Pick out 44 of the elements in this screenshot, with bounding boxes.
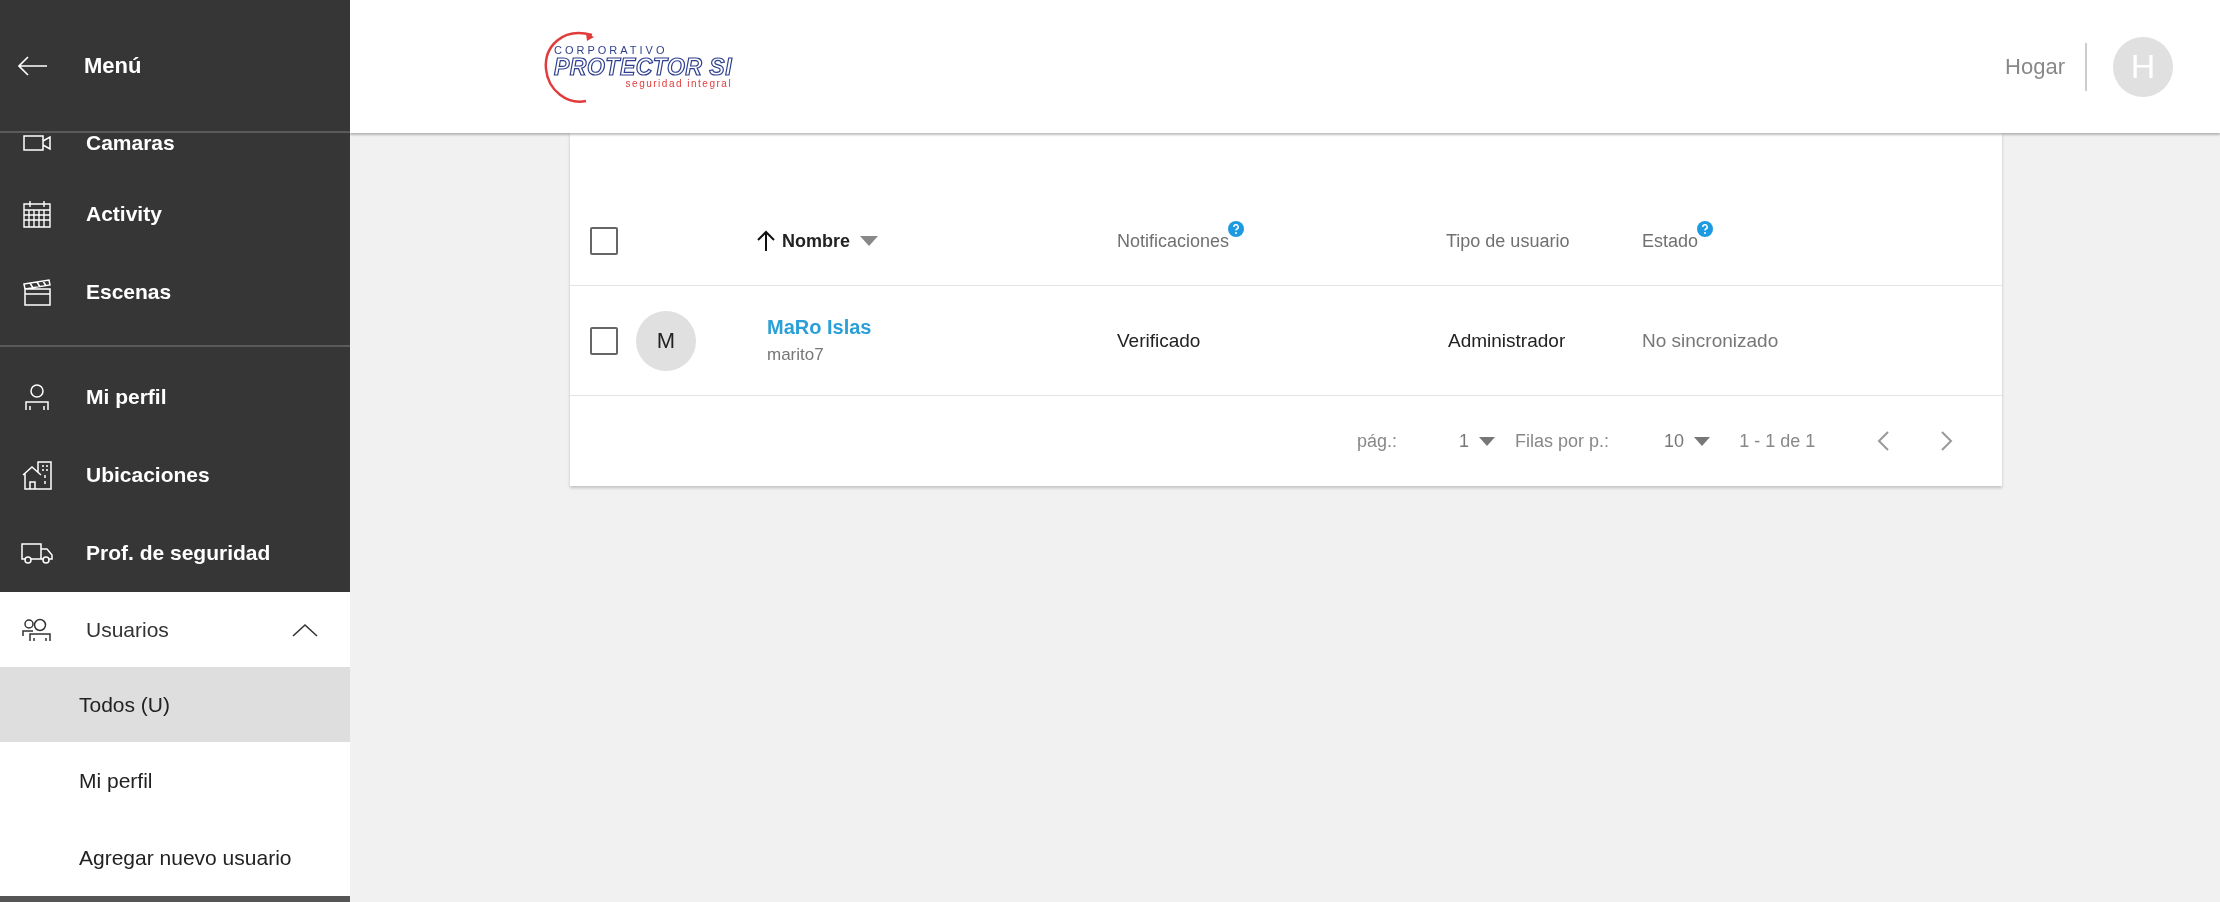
nav-item[interactable]: Camaras bbox=[0, 133, 350, 175]
page-range: 1 - 1 de 1 bbox=[1739, 430, 1816, 452]
nav-item[interactable]: Escenas bbox=[0, 253, 350, 331]
nav-item[interactable]: Activity bbox=[0, 175, 350, 253]
building-icon bbox=[20, 459, 54, 491]
page-label: pág.: bbox=[1357, 430, 1398, 452]
column-header[interactable]: Estado bbox=[1642, 230, 1699, 252]
back-arrow-icon[interactable] bbox=[18, 55, 48, 76]
next-page-icon[interactable] bbox=[1941, 431, 1954, 451]
rows-per-page-label: Filas por p.: bbox=[1515, 430, 1610, 452]
menu-title: Menú bbox=[84, 52, 142, 79]
submenu-item[interactable]: Mi perfil bbox=[0, 742, 350, 819]
dropdown-caret-icon[interactable] bbox=[1479, 436, 1496, 446]
nav-item[interactable]: Mi perfil bbox=[0, 358, 350, 436]
dropdown-caret-icon[interactable] bbox=[860, 236, 878, 246]
table-cell: No sincronizado bbox=[1642, 329, 1779, 351]
chevron-up-icon bbox=[292, 622, 318, 637]
help-icon[interactable] bbox=[1697, 220, 1714, 237]
calendar-icon bbox=[20, 199, 54, 229]
company-logo: CORPORATIVO PROTECTOR SI seguridad integral bbox=[542, 25, 752, 108]
page-select[interactable]: 1 bbox=[1459, 430, 1496, 452]
column-header[interactable]: Notificaciones bbox=[1117, 230, 1230, 252]
truck-icon bbox=[20, 541, 54, 565]
previous-page-icon[interactable] bbox=[1877, 431, 1890, 451]
home-link[interactable]: Hogar bbox=[2005, 53, 2065, 80]
sort-up-arrow-icon[interactable] bbox=[756, 230, 776, 252]
rows-per-page-select[interactable]: 10 bbox=[1664, 430, 1711, 452]
column-header[interactable]: Tipo de usuario bbox=[1446, 230, 1570, 252]
column-header[interactable]: Nombre bbox=[782, 230, 850, 252]
submenu-item[interactable]: Agregar nuevo usuario bbox=[0, 819, 350, 896]
help-icon[interactable] bbox=[1228, 220, 1245, 237]
table-cell: Verificado bbox=[1117, 329, 1201, 351]
nav-item[interactable]: Prof. de seguridad bbox=[0, 514, 350, 592]
nav-item[interactable]: Usuarios bbox=[0, 592, 350, 667]
submenu-item[interactable]: Todos (U) bbox=[0, 667, 350, 742]
users-icon bbox=[20, 617, 54, 642]
username-text: marito7 bbox=[767, 345, 825, 365]
table-cell: Administrador bbox=[1448, 329, 1566, 351]
nav-item[interactable]: Ubicaciones bbox=[0, 436, 350, 514]
select-all-checkbox[interactable] bbox=[590, 227, 618, 255]
clapper-icon bbox=[20, 277, 54, 307]
dropdown-caret-icon[interactable] bbox=[1694, 436, 1711, 446]
user-avatar: M bbox=[636, 310, 696, 371]
row-checkbox[interactable] bbox=[590, 326, 618, 355]
